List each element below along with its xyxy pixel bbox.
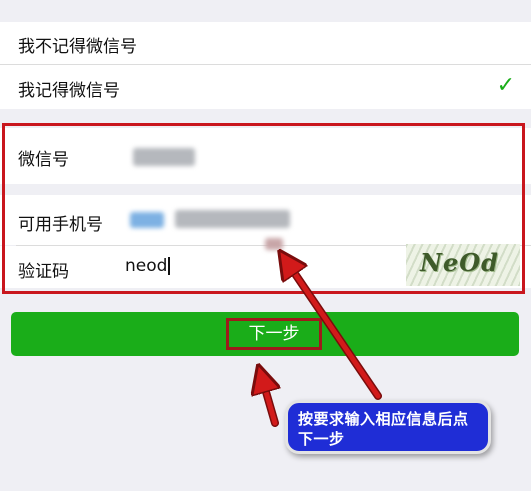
arrow-to-code-field — [287, 262, 382, 400]
instruction-callout: 按要求输入相应信息后点下一步 — [285, 400, 491, 454]
arrow-to-next-button — [262, 378, 275, 427]
